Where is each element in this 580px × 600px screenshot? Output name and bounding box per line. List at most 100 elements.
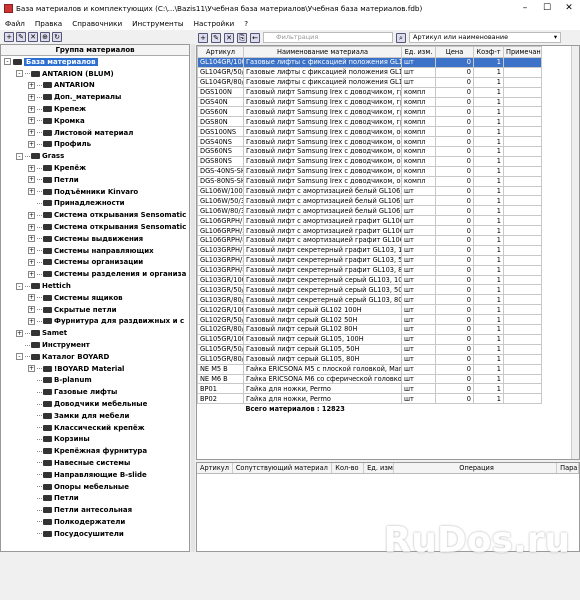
search-icon[interactable]: ⌕ xyxy=(396,32,406,43)
param-col[interactable]: Пара xyxy=(557,463,579,473)
tree-node[interactable]: Петли антеcольная xyxy=(1,504,189,516)
tree-node[interactable]: + Система открывания Sensomatic xyxy=(1,209,189,221)
tree-node[interactable]: + ANTARION xyxy=(1,80,189,92)
expand-icon[interactable]: + xyxy=(28,258,35,266)
close-button[interactable]: ✕ xyxy=(558,3,580,13)
table-row[interactable]: DGS40N Газовый лифт Samsung Irex с доводч… xyxy=(197,96,542,108)
table-row[interactable]: GL103GR/50/3 Газовый лифт секретерный сер… xyxy=(197,284,542,296)
tree-node[interactable]: Опоры мебельные xyxy=(1,481,189,493)
tree-node[interactable]: Инструмент xyxy=(1,339,189,351)
tree-node[interactable]: + Крепёж xyxy=(1,162,189,174)
expand-icon[interactable]: + xyxy=(28,306,35,314)
table-row[interactable]: GL102GR/50/3 Газовый лифт серый GL102 50H… xyxy=(197,314,542,326)
tree-node[interactable]: + Петли xyxy=(1,174,189,186)
add-subgroup-icon[interactable]: ⊕ xyxy=(40,32,50,42)
related-col-material[interactable]: Сопутствующий материал xyxy=(233,463,333,473)
maximize-button[interactable]: ☐ xyxy=(536,3,558,13)
table-row[interactable]: GL104GR/80/3 Газовые лифты с фиксацией по… xyxy=(197,76,542,88)
table-row[interactable]: BP02 Гайка для ножки, Permo шт 0 1 xyxy=(197,393,542,405)
table-row[interactable]: GL106W/50/3 Газовый лифт с амортизацией б… xyxy=(197,195,542,207)
expand-icon[interactable]: + xyxy=(28,211,35,219)
expand-icon[interactable]: + xyxy=(28,176,35,184)
expand-icon[interactable]: + xyxy=(28,247,35,255)
table-row[interactable]: DGS100N Газовый лифт Samsung Irex с довод… xyxy=(197,86,542,98)
expand-icon[interactable]: + xyxy=(28,223,35,231)
table-row[interactable]: GL105GR/80/3 Газовый лифт серый GL105, 80… xyxy=(197,353,542,365)
tree-node[interactable]: + Скрытые петли xyxy=(1,304,189,316)
table-row[interactable]: DGS60NS Газовый лифт Samsung Irex с довод… xyxy=(197,146,542,157)
tree-node[interactable]: B-planum xyxy=(1,375,189,387)
menu-tools[interactable]: Инструменты xyxy=(127,19,188,28)
add-group-icon[interactable]: + xyxy=(4,32,14,42)
tree-node[interactable]: - База материалов xyxy=(1,56,189,68)
table-row[interactable]: GL106W/80/3 Газовый лифт с амортизацией б… xyxy=(197,205,542,217)
delete-group-icon[interactable]: ✕ xyxy=(28,32,38,42)
related-col-unit[interactable]: Ед. изм xyxy=(364,463,394,473)
table-row[interactable]: GL104GR/50/3 Газовые лифты с фиксацией по… xyxy=(197,66,542,78)
edit-group-icon[interactable]: ✎ xyxy=(16,32,26,42)
collapse-icon[interactable]: - xyxy=(16,353,23,361)
table-row[interactable]: DGS-80NS-SHOГазовый лифт Samsung Irex с … xyxy=(197,175,542,187)
tree-node[interactable]: + Samet xyxy=(1,327,189,339)
expand-icon[interactable]: + xyxy=(28,140,35,148)
expand-icon[interactable]: + xyxy=(28,164,35,172)
tree-node[interactable]: + Кромка xyxy=(1,115,189,127)
table-row[interactable]: NE M6 B Гайка ERICSONA M6 со сферической … xyxy=(197,373,542,385)
add-material-icon[interactable]: + xyxy=(198,32,208,43)
table-row[interactable]: GL102GR/80/3 Газовый лифт серый GL102 80H… xyxy=(197,324,542,335)
tree-node[interactable]: + Доп._материалы xyxy=(1,91,189,103)
table-row[interactable]: GL105GR/50/3 Газовый лифт серый GL105, 50… xyxy=(197,343,542,355)
tree-node[interactable]: Доводчики мебельные xyxy=(1,398,189,410)
collapse-icon[interactable]: - xyxy=(16,152,23,160)
tree-node[interactable]: + !BOYARD Material xyxy=(1,363,189,375)
operation-col[interactable]: Операция xyxy=(394,463,558,473)
table-row[interactable]: DGS80N Газовый лифт Samsung Irex с доводч… xyxy=(197,116,542,128)
col-note[interactable]: Примечание xyxy=(503,46,542,58)
table-row[interactable]: GL106GRPH/80Газовый лифт с амортизацией … xyxy=(197,235,542,246)
tree-node[interactable]: - Grass xyxy=(1,150,189,162)
tree-node[interactable]: Замки для мебели xyxy=(1,410,189,422)
tree-node[interactable]: + Профиль xyxy=(1,139,189,151)
menu-references[interactable]: Справочники xyxy=(67,19,127,28)
tree-node[interactable]: + Системы разделения и организа xyxy=(1,268,189,280)
expand-icon[interactable]: + xyxy=(28,294,35,302)
table-row[interactable]: DGS40NS Газовый лифт Samsung Irex с довод… xyxy=(197,136,542,148)
tree-node[interactable]: Направляющие B-slide xyxy=(1,469,189,481)
expand-icon[interactable]: + xyxy=(28,317,35,325)
tree-node[interactable]: + Системы ящиков xyxy=(1,292,189,304)
table-row[interactable]: GL104GR/100/2Газовые лифты с фиксацией п… xyxy=(197,57,542,68)
tree-node[interactable]: Классический крепёж xyxy=(1,422,189,434)
table-row[interactable]: GL102GR/100/2Газовый лифт серый GL102 10… xyxy=(197,304,542,316)
table-row[interactable]: GL105GR/100/3Газовый лифт серый GL105, 1… xyxy=(197,333,542,345)
col-unit[interactable]: Ед. изм. xyxy=(401,46,436,58)
related-col-qty[interactable]: Кол-во xyxy=(332,463,365,473)
expand-icon[interactable]: + xyxy=(28,270,35,278)
table-row[interactable]: GL103GR/100/2Газовый лифт секретерный се… xyxy=(197,274,542,286)
table-row[interactable]: GL103GRPH/10Газовый лифт секретерный гра… xyxy=(197,244,542,256)
table-row[interactable]: GL103GRPH/50Газовый лифт секретерный гра… xyxy=(197,254,542,266)
table-row[interactable]: GL103GRPH/80Газовый лифт секретерный гра… xyxy=(197,264,542,276)
table-row[interactable]: BP01 Гайка для ножки, Permo шт 0 1 xyxy=(197,383,542,395)
table-row[interactable]: GL103GR/80/3 Газовый лифт секретерный сер… xyxy=(197,294,542,306)
tree-node[interactable]: Петли xyxy=(1,492,189,504)
expand-icon[interactable]: + xyxy=(28,105,35,113)
related-col-article[interactable]: Артикул xyxy=(197,463,233,473)
refresh-icon[interactable]: ↻ xyxy=(52,32,62,42)
collapse-icon[interactable]: - xyxy=(16,282,23,290)
tree-node[interactable]: Крепёжная фурнитура xyxy=(1,445,189,457)
tree-node[interactable]: + Листовой материал xyxy=(1,127,189,139)
expand-icon[interactable]: + xyxy=(28,81,35,89)
search-mode-select[interactable]: Артикул или наименование ▾ xyxy=(409,32,561,43)
tree-node[interactable]: + Системы выдвижения xyxy=(1,233,189,245)
expand-icon[interactable]: + xyxy=(28,235,35,243)
table-row[interactable]: NE M5 B Гайка ERICSONA M5 с плоской голов… xyxy=(197,363,542,375)
tree-node[interactable]: Принадлежности xyxy=(1,198,189,210)
tree-node[interactable]: - Каталог BOYARD xyxy=(1,351,189,363)
tree-node[interactable]: + Крепеж xyxy=(1,103,189,115)
expand-icon[interactable]: + xyxy=(16,329,23,337)
tree-node[interactable]: + Системы организации xyxy=(1,257,189,269)
col-name[interactable]: Наименование материала xyxy=(243,46,402,58)
col-coef[interactable]: Коэф-т xyxy=(473,46,504,58)
table-row[interactable]: GL106GRPH/10Газовый лифт с амортизацией … xyxy=(197,215,542,227)
tree-node[interactable]: + Подъёмники Kinvaro xyxy=(1,186,189,198)
